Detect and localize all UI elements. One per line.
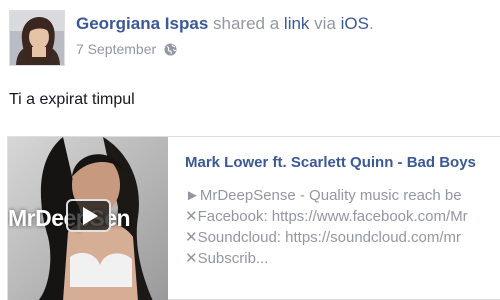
description-line: ►MrDeepSense - Quality music reach be: [185, 187, 462, 204]
play-button[interactable]: [66, 199, 111, 232]
attachment-description: ►MrDeepSense - Quality music reach be ✕F…: [185, 185, 500, 269]
video-thumbnail[interactable]: MrDeepSen: [8, 137, 168, 300]
header-period: .: [368, 14, 374, 33]
attachment-title[interactable]: Mark Lower ft. Scarlett Quinn - Bad Boys: [185, 153, 500, 173]
shared-link[interactable]: link: [284, 14, 310, 33]
post-header: Georgiana Ispas shared a link via iOS.: [76, 13, 374, 35]
play-icon: [82, 206, 98, 225]
post-meta: 7 September: [76, 41, 177, 57]
description-line: ✕Soundcloud: https://soundcloud.com/mr: [185, 229, 462, 246]
action-text: shared a: [213, 14, 280, 33]
link-attachment[interactable]: MrDeepSen Mark Lower ft. Scarlett Quinn …: [7, 136, 500, 300]
post-message: Ti a expirat timpul: [9, 91, 135, 108]
post-date[interactable]: 7 September: [76, 41, 156, 57]
via-app-link[interactable]: iOS: [341, 14, 369, 33]
globe-icon[interactable]: [164, 43, 177, 56]
description-line: ✕Facebook: https://www.facebook.com/Mr: [185, 208, 468, 225]
via-text: via: [314, 14, 336, 33]
author-name[interactable]: Georgiana Ispas: [76, 14, 208, 33]
description-line: ✕Subscrib...: [185, 250, 269, 267]
avatar[interactable]: [9, 10, 65, 66]
attachment-body: Mark Lower ft. Scarlett Quinn - Bad Boys…: [185, 153, 500, 269]
